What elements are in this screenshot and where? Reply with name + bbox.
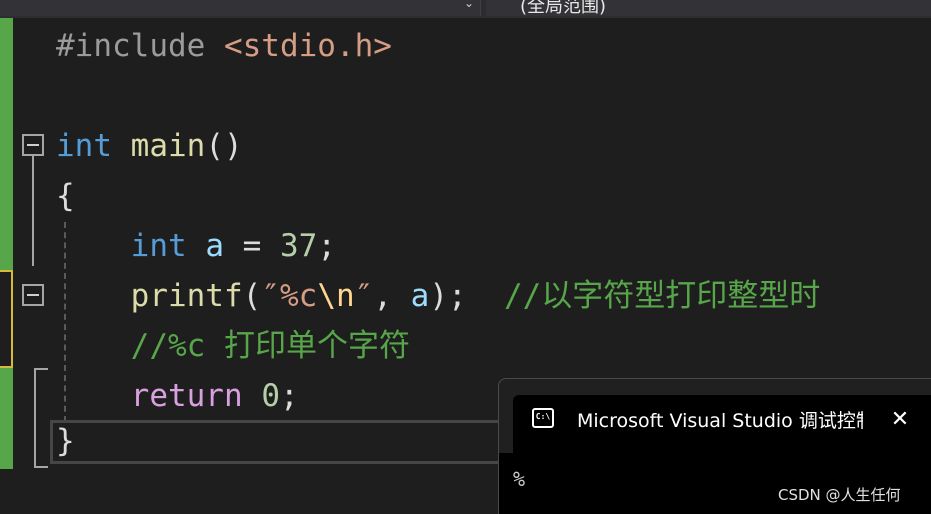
console-tab[interactable]: C:\ Microsoft Visual Studio 调试控制台 ✕ bbox=[513, 395, 931, 453]
function-call-printf: printf bbox=[130, 278, 243, 314]
current-line-highlight bbox=[50, 420, 520, 464]
console-output-text: % bbox=[513, 467, 526, 491]
inline-comment: //以字符型打印整型时 bbox=[503, 278, 821, 314]
code-line-9[interactable]: } bbox=[56, 423, 75, 459]
assign-operator: = bbox=[242, 228, 262, 264]
code-line-6[interactable]: printf(″%c\n″, a); //以字符型打印整型时 bbox=[56, 278, 821, 314]
close-brace: } bbox=[56, 423, 75, 459]
chevron-down-icon: ⌄ bbox=[463, 0, 474, 10]
keyword-int: int bbox=[130, 228, 187, 264]
semicolon: ; bbox=[317, 228, 337, 264]
navigation-bar: ⌄ (全局范围) bbox=[0, 0, 931, 18]
close-icon[interactable]: ✕ bbox=[885, 405, 915, 435]
console-title: Microsoft Visual Studio 调试控制台 bbox=[577, 410, 863, 432]
escape-sequence: \n bbox=[317, 278, 355, 314]
argument-a: a bbox=[410, 278, 430, 314]
function-name: main bbox=[130, 128, 206, 164]
keyword-return: return bbox=[130, 378, 243, 414]
format-string: ″%c bbox=[261, 278, 318, 314]
parentheses: () bbox=[205, 128, 243, 164]
project-scope-dropdown[interactable]: ⌄ bbox=[0, 0, 481, 16]
code-line-3[interactable]: int main() bbox=[56, 128, 243, 164]
change-tracking-unsaved bbox=[0, 270, 13, 368]
comment-line: //%c 打印单个字符 bbox=[130, 328, 410, 364]
terminal-icon: C:\ bbox=[532, 408, 554, 428]
close-paren: ); bbox=[429, 278, 467, 314]
number-literal: 0 bbox=[261, 378, 280, 414]
format-string-end: ″ bbox=[354, 278, 374, 314]
outline-line-cap bbox=[34, 368, 48, 370]
include-header: <stdio.h> bbox=[223, 28, 392, 64]
outline-line-end bbox=[34, 466, 48, 468]
change-tracking-saved bbox=[0, 18, 13, 469]
code-line-5[interactable]: int a = 37; bbox=[56, 228, 336, 264]
collapse-comment-icon[interactable] bbox=[22, 284, 44, 306]
code-line-7[interactable]: //%c 打印单个字符 bbox=[56, 328, 410, 364]
code-line-1[interactable]: #include <stdio.h> bbox=[56, 28, 392, 64]
outline-line bbox=[32, 156, 34, 266]
outline-line bbox=[34, 368, 36, 468]
collapse-main-icon[interactable] bbox=[22, 134, 44, 156]
variable-a: a bbox=[205, 228, 224, 264]
code-line-8[interactable]: return 0; bbox=[56, 378, 299, 414]
preprocessor-directive: #include bbox=[56, 28, 206, 64]
open-paren: ( bbox=[242, 278, 262, 314]
semicolon: ; bbox=[279, 378, 299, 414]
number-literal: 37 bbox=[280, 228, 318, 264]
keyword-int: int bbox=[56, 128, 112, 164]
watermark: CSDN @人生任何 bbox=[778, 486, 901, 504]
member-scope-dropdown[interactable]: (全局范围) bbox=[486, 0, 931, 17]
comma: , bbox=[373, 278, 392, 314]
member-scope-label: (全局范围) bbox=[520, 0, 607, 17]
open-brace: { bbox=[56, 178, 75, 214]
code-line-4[interactable]: { bbox=[56, 178, 75, 214]
